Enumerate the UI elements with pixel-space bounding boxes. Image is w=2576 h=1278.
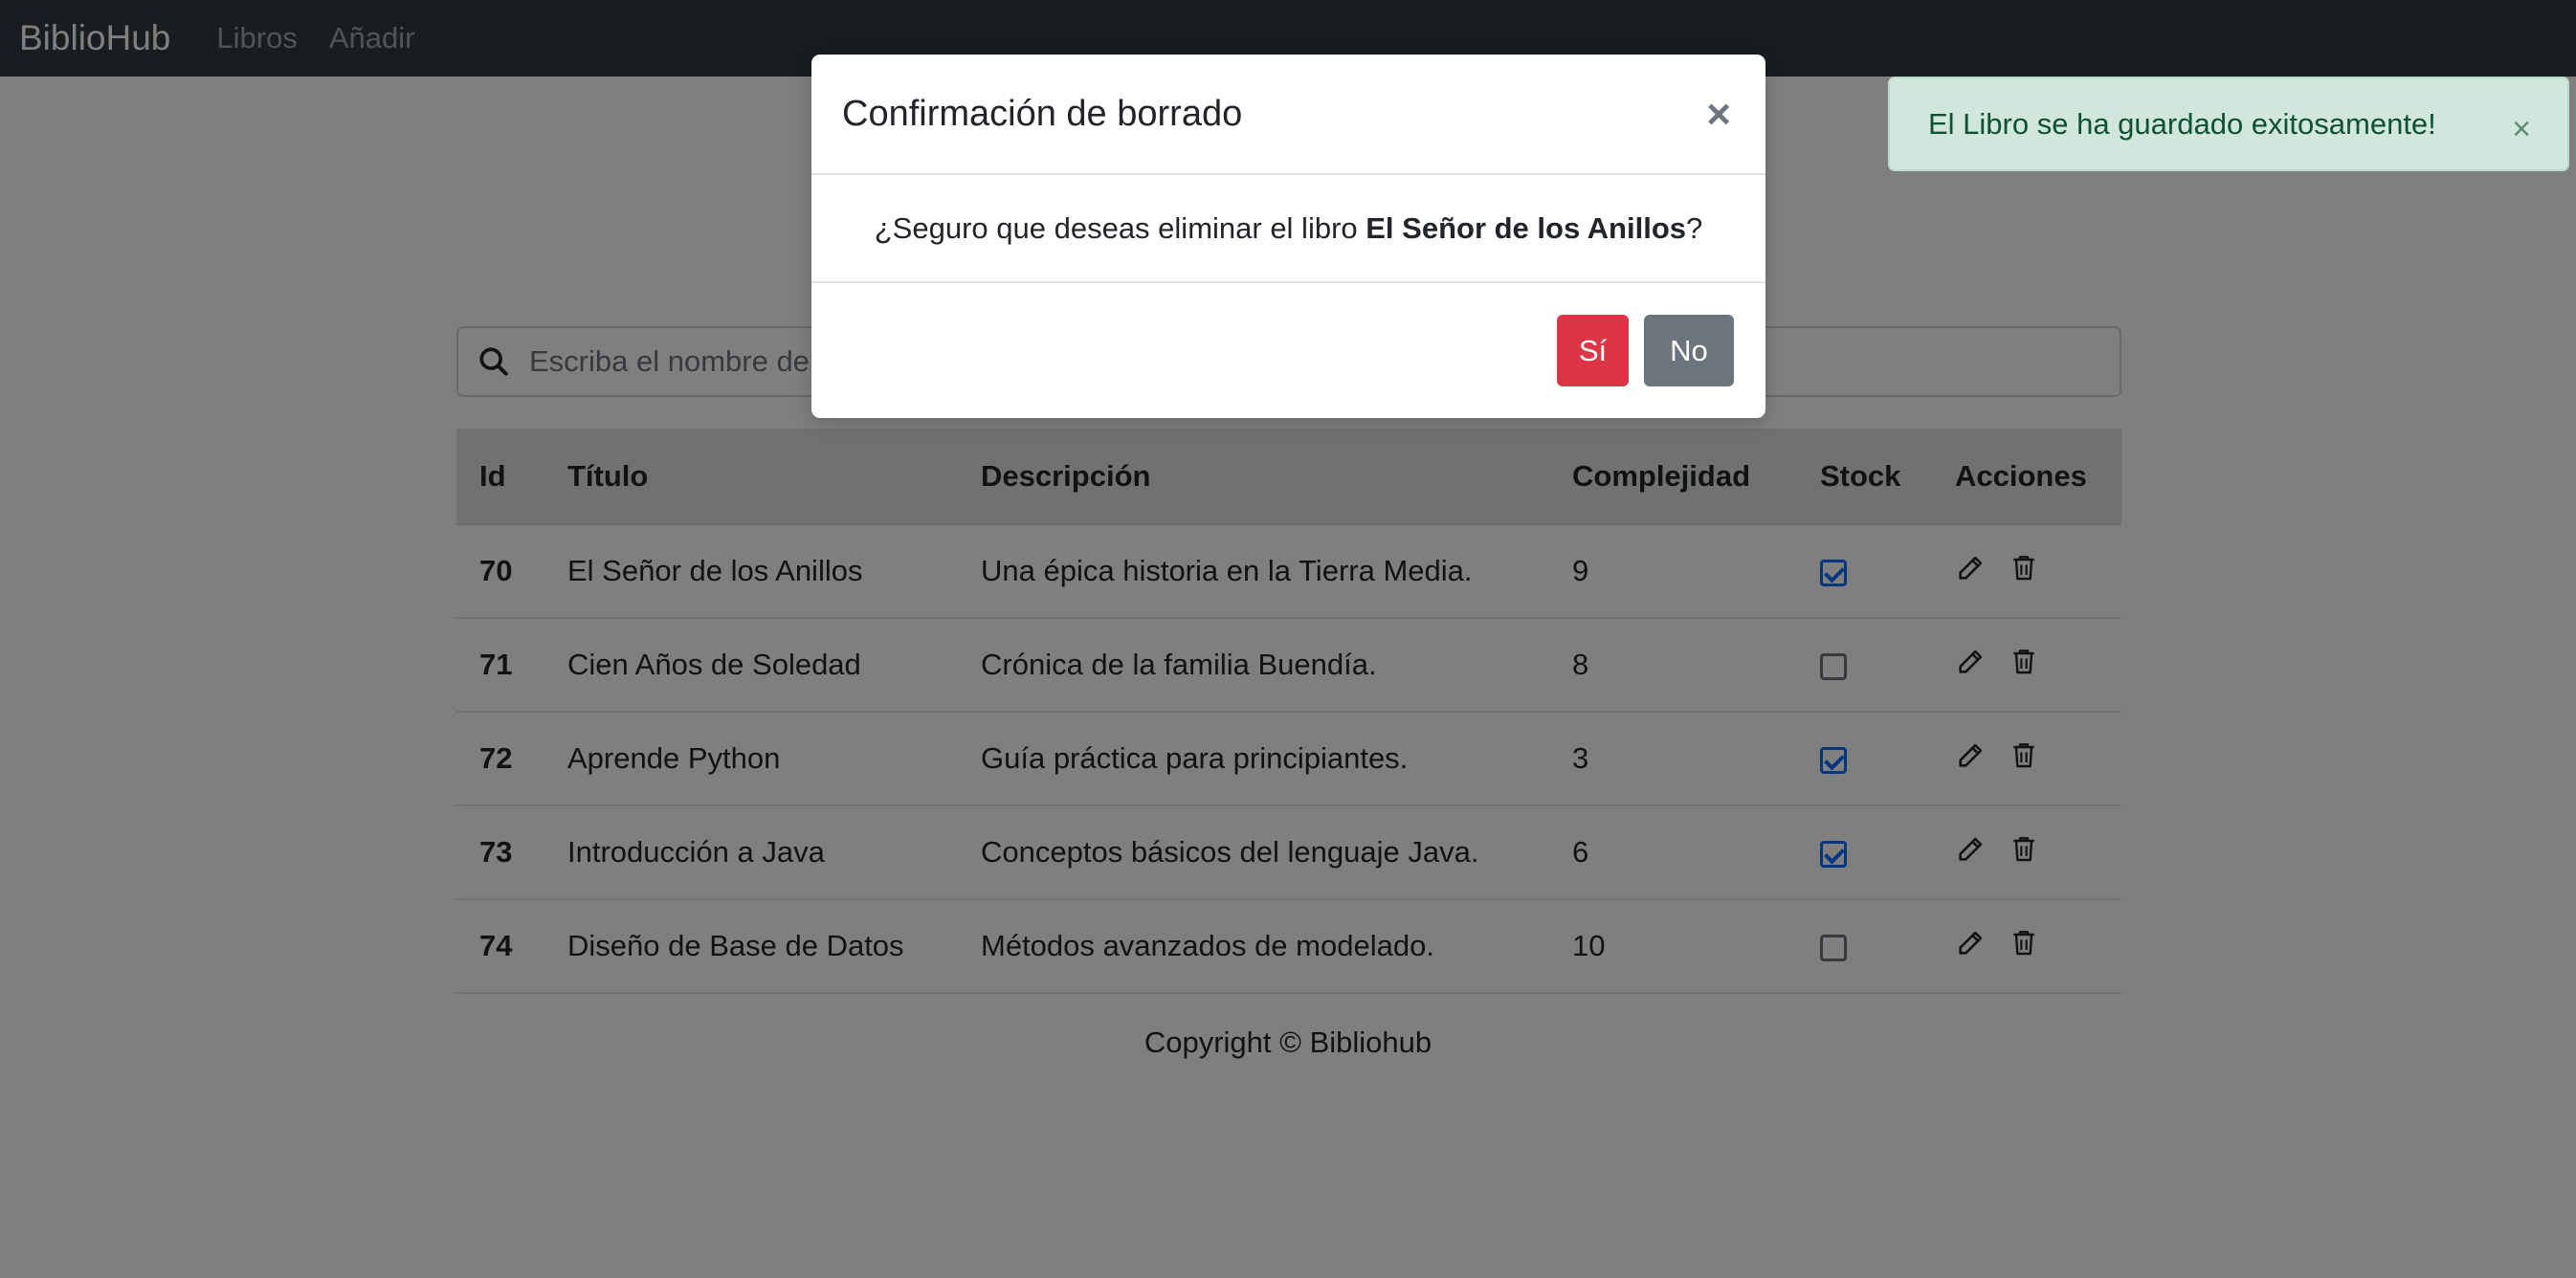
modal-header: Confirmación de borrado ×: [811, 55, 1765, 175]
modal-body-suffix: ?: [1686, 210, 1703, 245]
modal-body-prefix: ¿Seguro que deseas eliminar el libro: [874, 210, 1366, 245]
modal-footer: Sí No: [811, 283, 1765, 416]
delete-confirm-modal: Confirmación de borrado × ¿Seguro que de…: [811, 55, 1765, 418]
toast-message: El Libro se ha guardado exitosamente!: [1928, 106, 2436, 141]
modal-book-name: El Señor de los Anillos: [1366, 210, 1686, 245]
confirm-yes-button[interactable]: Sí: [1557, 315, 1629, 386]
success-toast: El Libro se ha guardado exitosamente! ×: [1888, 77, 2569, 171]
modal-body-text: ¿Seguro que deseas eliminar el libro El …: [875, 211, 1703, 246]
modal-title: Confirmación de borrado: [842, 93, 1243, 134]
confirm-no-button[interactable]: No: [1644, 315, 1734, 386]
modal-body: ¿Seguro que deseas eliminar el libro El …: [811, 175, 1765, 283]
close-icon[interactable]: ×: [1706, 91, 1731, 139]
toast-close-icon[interactable]: ×: [2512, 111, 2531, 148]
